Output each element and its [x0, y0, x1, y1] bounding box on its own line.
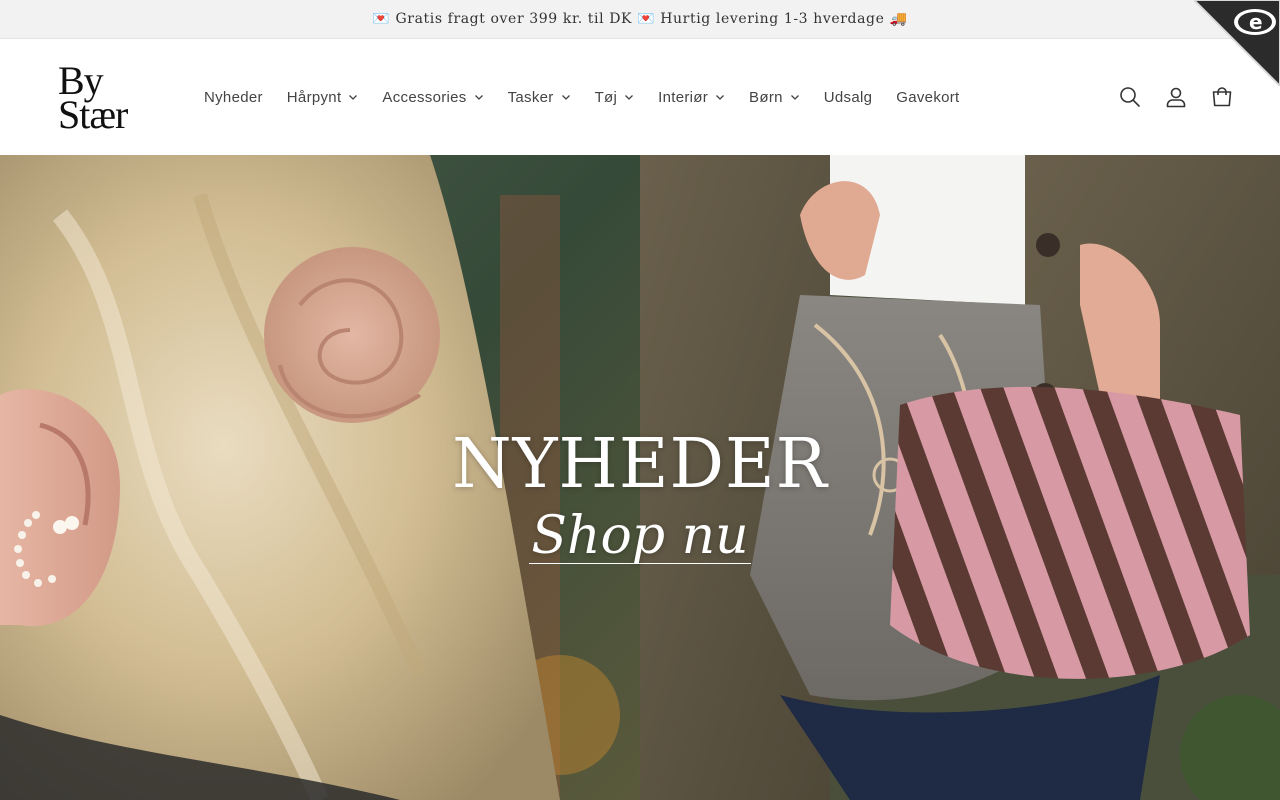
nav-item-accessories[interactable]: Accessories — [370, 77, 495, 117]
chevron-down-icon — [716, 95, 725, 100]
hero-title: NYHEDER — [452, 424, 828, 504]
nav-item-gavekort[interactable]: Gavekort — [884, 77, 971, 117]
chevron-down-icon — [561, 95, 570, 100]
nav-item-label: Accessories — [382, 88, 467, 106]
nav-item-toj[interactable]: Tøj — [583, 77, 647, 117]
logo-line-2: Stær — [58, 92, 128, 137]
hero-content: NYHEDER Shop nu — [0, 155, 1280, 800]
shop-now-link[interactable]: Shop nu — [529, 509, 751, 565]
nav-item-nyheder[interactable]: Nyheder — [192, 77, 275, 117]
e-maerket-badge-icon[interactable]: e — [1192, 0, 1280, 88]
nav-item-label: Nyheder — [204, 88, 263, 106]
search-button[interactable] — [1112, 75, 1148, 119]
announcement-text: 💌 Gratis fragt over 399 kr. til DK 💌 Hur… — [372, 11, 908, 27]
announcement-bar: 💌 Gratis fragt over 399 kr. til DK 💌 Hur… — [0, 0, 1280, 39]
nav-item-udsalg[interactable]: Udsalg — [812, 77, 885, 117]
login-button[interactable] — [1158, 75, 1194, 119]
nav-item-label: Interiør — [658, 88, 709, 106]
account-icon — [1166, 87, 1186, 108]
nav-item-label: Tøj — [594, 88, 618, 106]
nav-item-label: Hårpynt — [286, 88, 342, 106]
nav-item-label: Gavekort — [896, 88, 960, 106]
search-icon — [1120, 87, 1140, 107]
brand-logo[interactable]: By Stær — [58, 61, 162, 137]
nav-item-label: Tasker — [507, 88, 554, 106]
chevron-down-icon — [474, 95, 483, 100]
nav-item-label: Udsalg — [823, 88, 873, 106]
nav-item-harpynt[interactable]: Hårpynt — [275, 77, 371, 117]
nav-item-born[interactable]: Børn — [737, 77, 812, 117]
site-header: By Stær Nyheder Hårpynt Accessories Task… — [0, 39, 1280, 155]
main-nav: Nyheder Hårpynt Accessories Tasker Tøj I… — [192, 39, 972, 155]
chevron-down-icon — [349, 95, 358, 100]
svg-text:e: e — [1249, 10, 1263, 34]
chevron-down-icon — [625, 95, 634, 100]
nav-item-interior[interactable]: Interiør — [646, 77, 737, 117]
cart-icon — [1212, 87, 1232, 107]
chevron-down-icon — [790, 95, 799, 100]
hero-banner: NYHEDER Shop nu — [0, 155, 1280, 800]
nav-item-tasker[interactable]: Tasker — [496, 77, 583, 117]
nav-item-label: Børn — [749, 88, 783, 106]
